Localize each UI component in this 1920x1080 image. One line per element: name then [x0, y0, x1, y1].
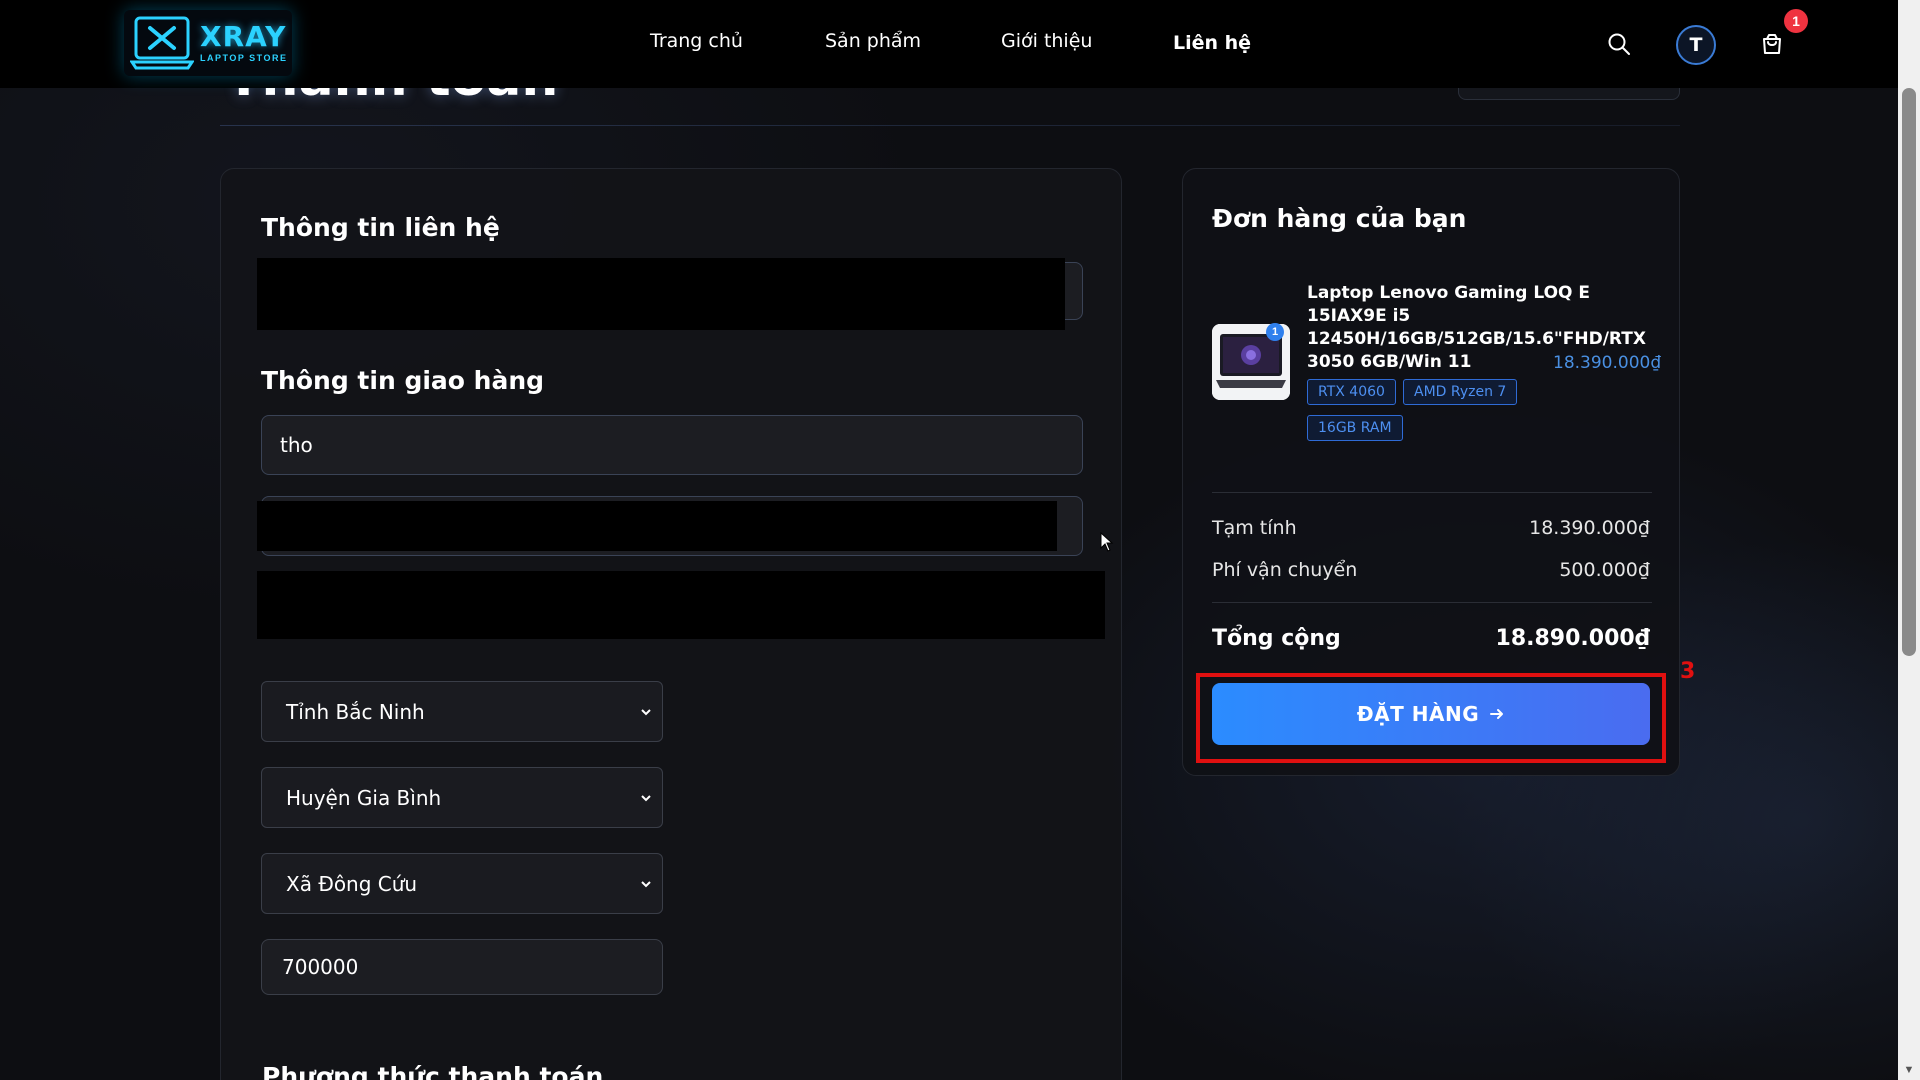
top-navbar: XRAY LAPTOP STORE Trang chủ Sản phẩm Giớ…: [0, 0, 1898, 88]
cart-count-badge: 1: [1784, 9, 1808, 33]
chevron-down-icon: [641, 708, 651, 715]
quantity-badge: 1: [1266, 323, 1284, 341]
redacted-address: [257, 571, 1105, 639]
postal-code-value: 700000: [282, 955, 359, 979]
full-name-field[interactable]: tho: [261, 415, 1083, 475]
product-tag: AMD Ryzen 7: [1403, 379, 1518, 405]
payment-section-title: Phương thức thanh toán: [262, 1062, 604, 1080]
postal-code-field[interactable]: 700000: [261, 939, 663, 995]
ward-select[interactable]: Xã Đông Cứu: [261, 853, 663, 914]
chevron-down-icon: [641, 794, 651, 801]
mouse-cursor-icon: [1100, 531, 1114, 557]
district-value: Huyện Gia Bình: [286, 785, 442, 810]
vertical-scrollbar[interactable]: ▲ ▼: [1898, 88, 1920, 1080]
nav-contact[interactable]: Liên hệ: [1173, 32, 1251, 54]
shipping-fee-label: Phí vận chuyển: [1212, 559, 1358, 581]
full-name-value: tho: [280, 433, 313, 457]
ward-value: Xã Đông Cứu: [286, 871, 418, 896]
product-tag: RTX 4060: [1307, 379, 1396, 405]
summary-divider: [1212, 492, 1652, 493]
district-select[interactable]: Huyện Gia Bình: [261, 767, 663, 828]
product-tag: 16GB RAM: [1307, 415, 1403, 441]
province-value: Tỉnh Bắc Ninh: [286, 699, 425, 724]
scrollbar-top: [1898, 0, 1920, 88]
annotation-highlight-box: [1196, 673, 1666, 763]
shopping-bag-icon[interactable]: [1760, 32, 1784, 61]
checkout-form-card: Thông tin liên hệ Thông tin giao hàng th…: [220, 168, 1122, 1080]
subtotal-label: Tạm tính: [1212, 517, 1297, 539]
title-divider: [220, 125, 1680, 126]
total-label: Tổng cộng: [1212, 626, 1341, 651]
product-price: 18.390.000₫: [1553, 353, 1662, 373]
chevron-down-icon: [641, 880, 651, 887]
shipping-fee-value: 500.000₫: [1559, 559, 1650, 581]
summary-divider: [1212, 602, 1652, 603]
avatar[interactable]: T: [1676, 25, 1716, 65]
redacted-phone: [257, 501, 1057, 551]
annotation-number: 3: [1680, 659, 1696, 684]
shipping-section-title: Thông tin giao hàng: [261, 366, 545, 395]
province-select[interactable]: Tỉnh Bắc Ninh: [261, 681, 663, 742]
nav-about[interactable]: Giới thiệu: [1001, 30, 1092, 52]
scroll-down-icon[interactable]: ▼: [1898, 1060, 1920, 1080]
contact-section-title: Thông tin liên hệ: [261, 213, 500, 242]
nav-products[interactable]: Sản phẩm: [825, 30, 921, 52]
total-value: 18.890.000₫: [1495, 626, 1650, 651]
redacted-contact: [257, 258, 1065, 330]
order-title: Đơn hàng của bạn: [1212, 204, 1467, 233]
scrollbar-thumb[interactable]: [1902, 88, 1916, 656]
search-icon[interactable]: [1607, 32, 1631, 61]
subtotal-value: 18.390.000₫: [1529, 517, 1650, 539]
nav-home[interactable]: Trang chủ: [650, 30, 743, 52]
